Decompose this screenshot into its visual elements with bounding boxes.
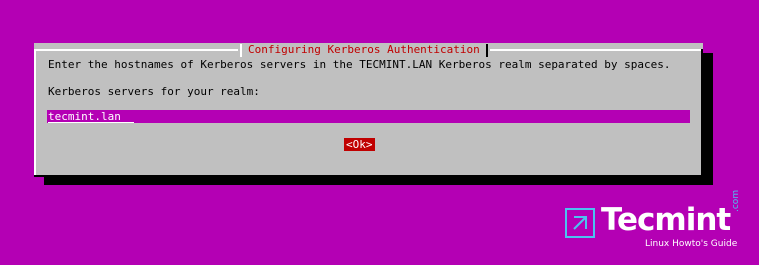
field-label: Kerberos servers for your realm: (48, 85, 260, 98)
dialog-frame-right (701, 49, 703, 177)
input-underline (48, 122, 134, 123)
brand-suffix: .com (731, 189, 741, 212)
title-edge-right (485, 43, 488, 57)
dialog-frame-left (34, 49, 36, 177)
brand-name: Tecmint (601, 202, 731, 238)
brand-tagline: Linux Howto's Guide (645, 239, 738, 249)
dialog-frame-bottom (34, 175, 703, 177)
terminal-screen: Configuring Kerberos Authentication Ente… (0, 0, 759, 265)
dialog-prompt: Enter the hostnames of Kerberos servers … (48, 58, 671, 71)
tecmint-logo-icon (565, 208, 595, 238)
tecmint-watermark: Tecmint .com Linux Howto's Guide (565, 190, 745, 256)
kerberos-dialog: Configuring Kerberos Authentication Ente… (34, 43, 703, 177)
dialog-title-bar: Configuring Kerberos Authentication (238, 43, 490, 57)
kerberos-servers-input[interactable]: tecmint.lan (47, 110, 690, 123)
ok-button[interactable]: <Ok> (344, 138, 375, 151)
dialog-title: Configuring Kerberos Authentication (248, 43, 480, 56)
